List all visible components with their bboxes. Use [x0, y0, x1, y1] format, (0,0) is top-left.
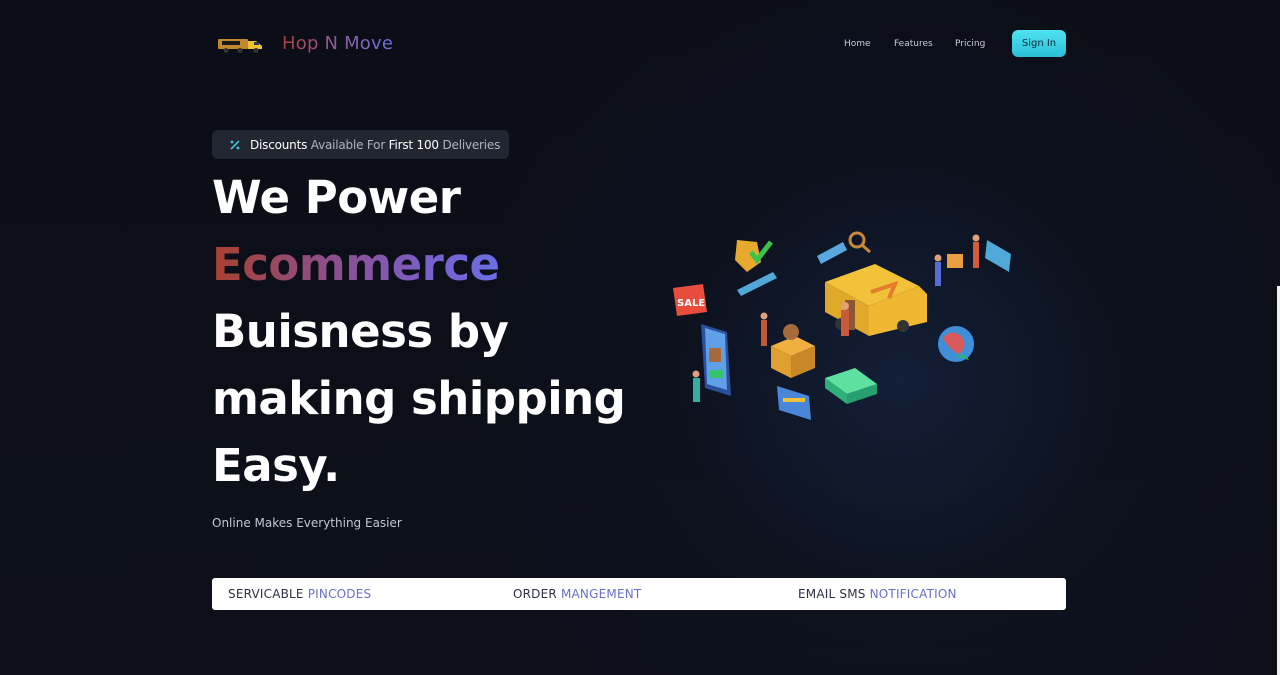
- feature-bar: SERVICABLE PINCODES ORDER MANGEMENT EMAI…: [212, 578, 1066, 610]
- nav-home-link[interactable]: Home: [844, 39, 871, 49]
- phone-icon: [701, 324, 731, 396]
- hero-line-2: Ecommerce: [212, 238, 500, 291]
- credit-card-icon: [777, 386, 811, 420]
- hero-line-5: Easy.: [212, 439, 340, 492]
- discount-text: Discounts Available For First 100 Delive…: [250, 138, 500, 152]
- globe-icon: [938, 326, 974, 362]
- shipping-illustration: SALE: [673, 231, 1011, 420]
- feature-3-main: EMAIL SMS: [798, 587, 870, 601]
- badge-text-first: First 100: [388, 137, 439, 152]
- nav-pricing-link[interactable]: Pricing: [955, 39, 985, 49]
- feature-serviceable-pincodes: SERVICABLE PINCODES: [228, 587, 371, 601]
- magnifier-icon: [817, 231, 871, 264]
- brand-name[interactable]: Hop N Move: [282, 33, 393, 54]
- delivery-van-icon: [825, 264, 927, 336]
- feature-email-sms-notification: EMAIL SMS NOTIFICATION: [798, 587, 957, 601]
- badge-text-deliveries: Deliveries: [442, 137, 501, 152]
- gift-box-icon: [760, 312, 815, 378]
- percent-icon: [228, 138, 242, 152]
- hero-tagline: Online Makes Everything Easier: [212, 516, 402, 530]
- discount-badge: Discounts Available For First 100 Delive…: [212, 130, 509, 159]
- badge-text-discounts: Discounts: [250, 137, 308, 152]
- feature-order-management: ORDER MANGEMENT: [513, 587, 641, 601]
- hero-line-1: We Power: [212, 171, 461, 224]
- badge-text-available: Available For: [310, 137, 386, 152]
- feature-2-accent: MANGEMENT: [560, 587, 642, 601]
- feature-1-main: SERVICABLE: [228, 587, 308, 601]
- hero-line-3: Buisness by: [212, 305, 509, 358]
- feature-1-accent: PINCODES: [307, 587, 372, 601]
- shield-icon: [735, 240, 773, 272]
- feature-3-accent: NOTIFICATION: [869, 587, 957, 601]
- sale-tag-icon: SALE: [673, 284, 707, 316]
- phone-user-icon: [692, 370, 700, 402]
- safe-purchase-label-icon: [737, 272, 777, 296]
- courier-person-icon: [841, 302, 849, 336]
- people-icon: [934, 234, 980, 286]
- feature-2-main: ORDER: [513, 587, 561, 601]
- delivery-label-icon: [985, 240, 1011, 272]
- svg-text:SALE: SALE: [677, 298, 705, 309]
- nav-features-link[interactable]: Features: [894, 39, 933, 49]
- hero-line-4: making shipping: [212, 372, 626, 425]
- money-stack-icon: [825, 368, 877, 404]
- landing-page: Hop N Move Home Features Pricing Sign In…: [0, 0, 1280, 675]
- truck-logo-icon[interactable]: [216, 36, 266, 54]
- sign-in-button[interactable]: Sign In: [1012, 30, 1066, 57]
